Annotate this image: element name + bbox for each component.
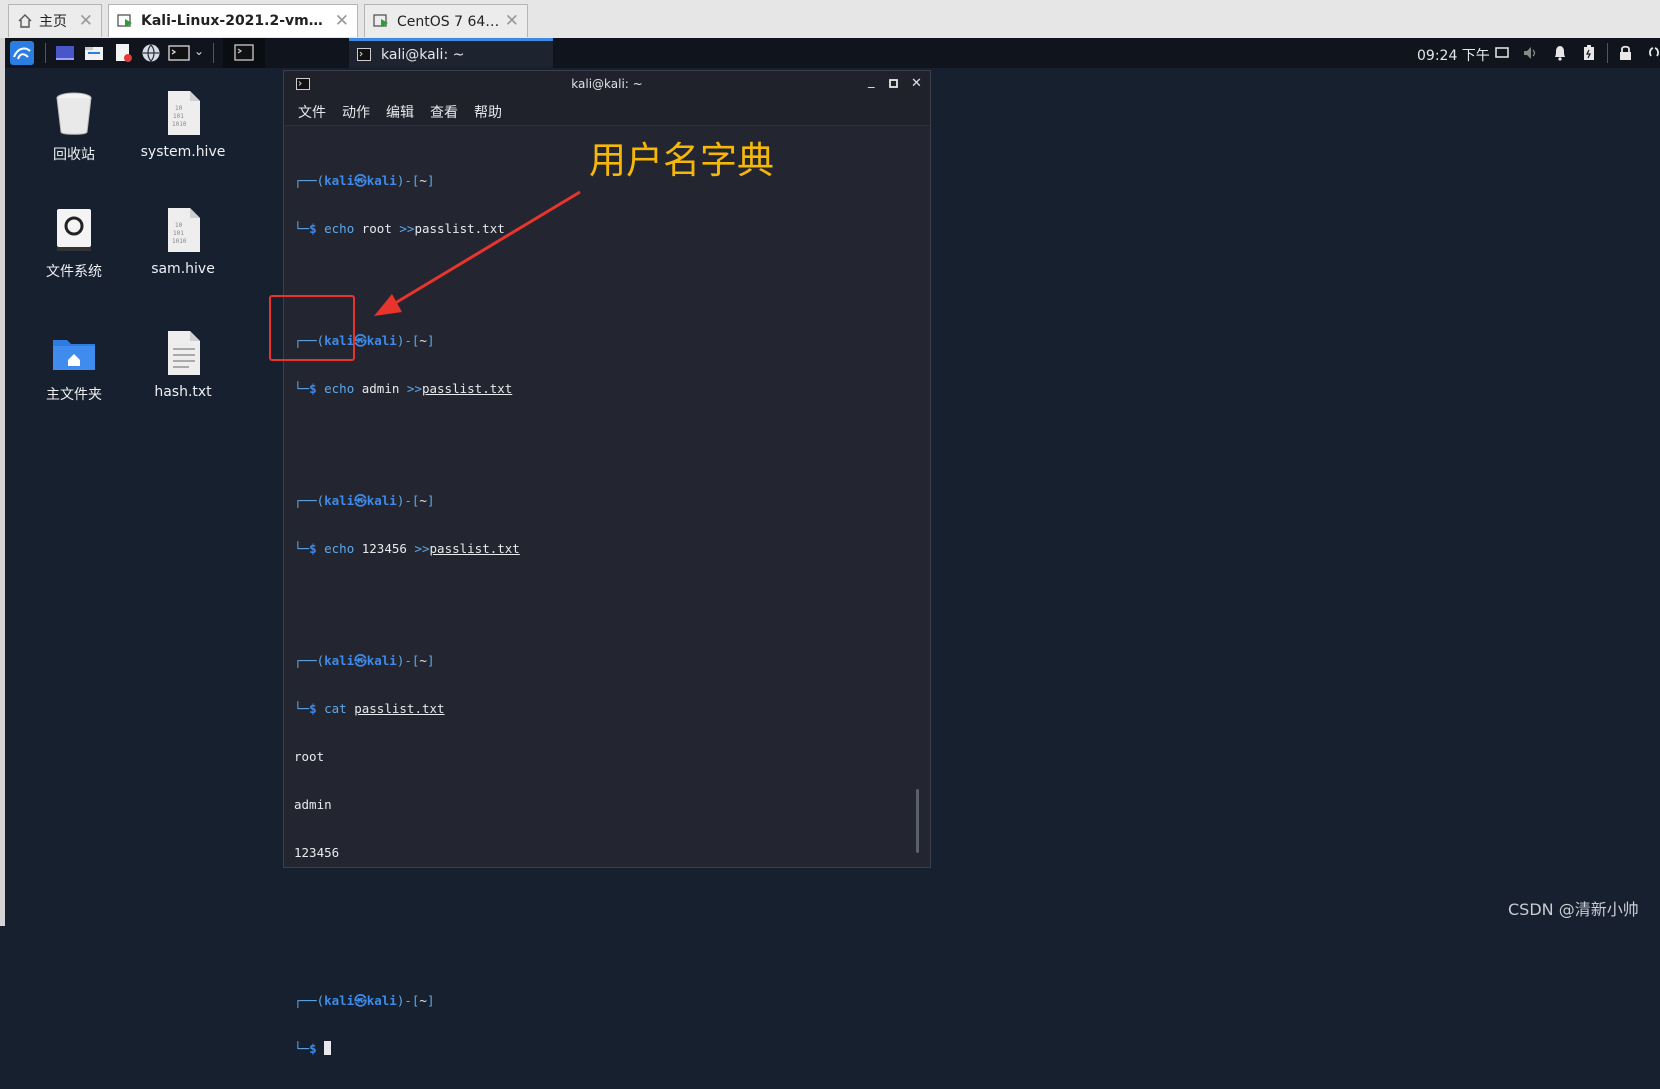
annotation-label: 用户名字典 [589,139,774,182]
prompt-line: ┌──(kali㉿kali)-[~] [294,993,435,1008]
annotation-arrow [374,190,581,316]
watermark: CSDN @清新小帅 [1508,900,1639,919]
text-cursor [324,1041,332,1055]
command-line: └─$ [294,1041,520,1057]
